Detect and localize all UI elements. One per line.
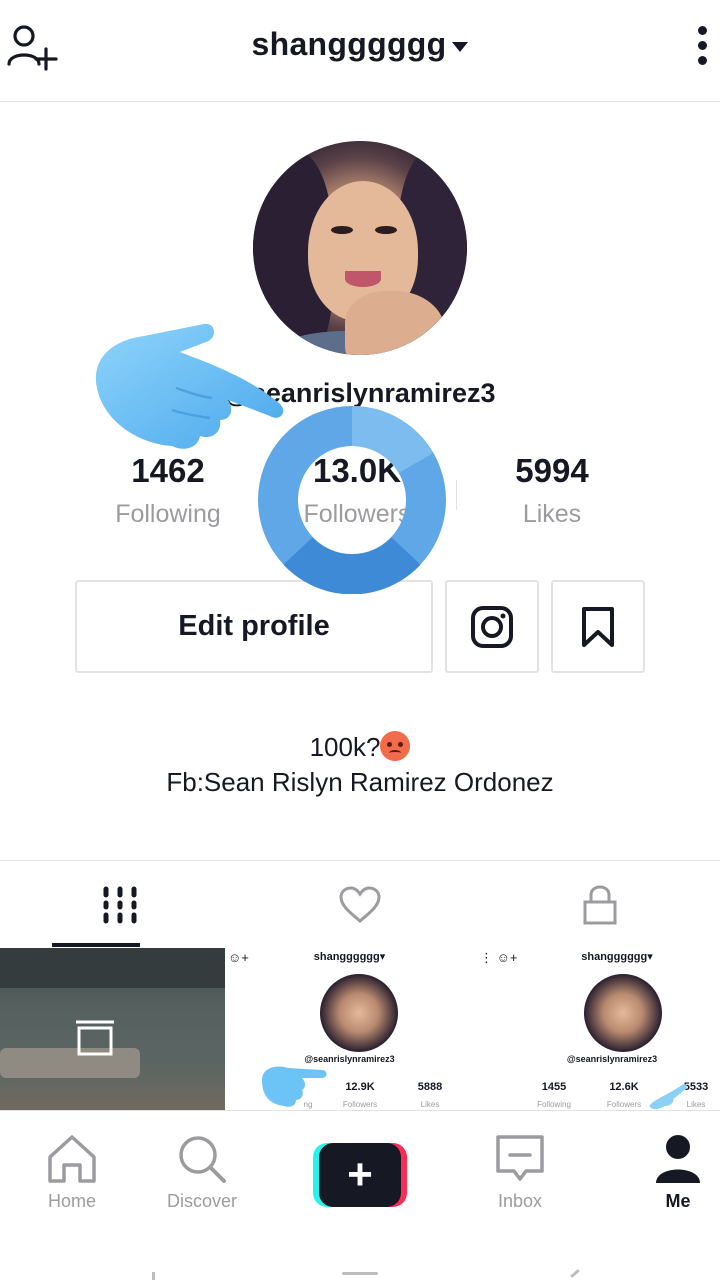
pointing-hand-icon [262, 1066, 327, 1107]
likes-stat[interactable]: 5994 Likes [457, 452, 647, 529]
lock-icon [583, 885, 617, 925]
thumbnail-stat-label: Likes [420, 1100, 440, 1109]
likes-count: 5994 [515, 452, 589, 489]
instagram-button[interactable] [445, 580, 539, 673]
bio-line-1: 100k? [309, 732, 381, 762]
search-icon [179, 1136, 226, 1183]
bio-line-2: Fb:Sean Rislyn Ramirez Ordonez [166, 767, 554, 797]
system-navigation-bar [0, 1242, 720, 1280]
profile-header: shangggggg [0, 0, 720, 102]
chevron-down-icon [452, 41, 469, 52]
thumbnail-stat-value: 12.9K [345, 1081, 375, 1093]
create-video-button[interactable]: + [313, 1143, 407, 1207]
nav-discover[interactable]: Discover [130, 1111, 274, 1243]
instagram-icon [471, 605, 513, 648]
following-stat[interactable]: 1462 Following [73, 452, 263, 529]
profile-tabs [0, 860, 720, 948]
video-grid: ☺+ shangggggg▾ @seanrislynramirez3 ng 12… [0, 948, 720, 1110]
draft-icon [76, 1020, 114, 1056]
nav-discover-label: Discover [166, 1191, 237, 1211]
favorites-button[interactable] [551, 580, 645, 673]
nav-home-label: Home [47, 1191, 96, 1211]
bottom-navigation: Home Discover + Inbox Me [0, 1110, 720, 1242]
following-label: Following [115, 500, 221, 528]
video-thumbnail[interactable]: ☺+ shangggggg▾ @seanrislynramirez3 ng 12… [226, 948, 473, 1110]
thumbnail-stat-label: Followers [342, 1100, 378, 1109]
thumbnail-stat-value: 5888 [417, 1081, 443, 1093]
heart-icon [339, 886, 381, 923]
nav-inbox[interactable]: Inbox [448, 1111, 592, 1243]
angry-face-emoji-icon [380, 731, 411, 761]
likes-label: Likes [522, 500, 582, 528]
bookmark-icon [582, 606, 614, 647]
grid-icon [103, 886, 137, 924]
page-title: shangggggg [251, 26, 447, 62]
inbox-icon [496, 1135, 544, 1181]
thumbnail-stat-value: 1455 [541, 1081, 567, 1093]
video-thumbnail-draft[interactable] [0, 948, 225, 1110]
loading-spinner [258, 406, 446, 594]
nav-inbox-label: Inbox [497, 1191, 543, 1211]
more-vertical-icon[interactable] [696, 26, 708, 68]
add-user-icon: ⋮ ☺+ [480, 950, 518, 965]
home-button-icon[interactable] [342, 1272, 378, 1275]
nav-me[interactable]: Me [606, 1111, 720, 1243]
tab-private[interactable] [480, 861, 720, 949]
tab-liked[interactable] [240, 861, 480, 949]
thumbnail-username: shangggggg▾ [581, 951, 653, 963]
thumbnail-avatar [584, 974, 662, 1052]
home-icon [48, 1135, 96, 1183]
back-icon[interactable] [570, 1269, 580, 1278]
tab-videos[interactable] [0, 861, 240, 949]
plus-icon: + [319, 1143, 401, 1207]
username-switcher[interactable]: shangggggg [0, 26, 720, 63]
active-tab-indicator [52, 943, 140, 947]
bio: 100k? Fb:Sean Rislyn Ramirez Ordonez [0, 730, 720, 800]
thumbnail-stat-label: Following [537, 1100, 571, 1109]
video-thumbnail[interactable]: ⋮ ☺+ shangggggg▾ @seanrislynramirez3 145… [474, 948, 720, 1110]
thumbnail-handle: @seanrislynramirez3 [566, 1054, 658, 1064]
nav-home[interactable]: Home [0, 1111, 144, 1243]
thumbnail-username: shangggggg▾ [313, 951, 386, 963]
nav-me-label: Me [665, 1191, 691, 1211]
profile-icon [656, 1135, 700, 1183]
thumbnail-avatar [320, 974, 398, 1052]
recents-icon[interactable] [152, 1272, 155, 1280]
following-count: 1462 [131, 452, 205, 489]
pointing-hand-icon [649, 1084, 687, 1110]
